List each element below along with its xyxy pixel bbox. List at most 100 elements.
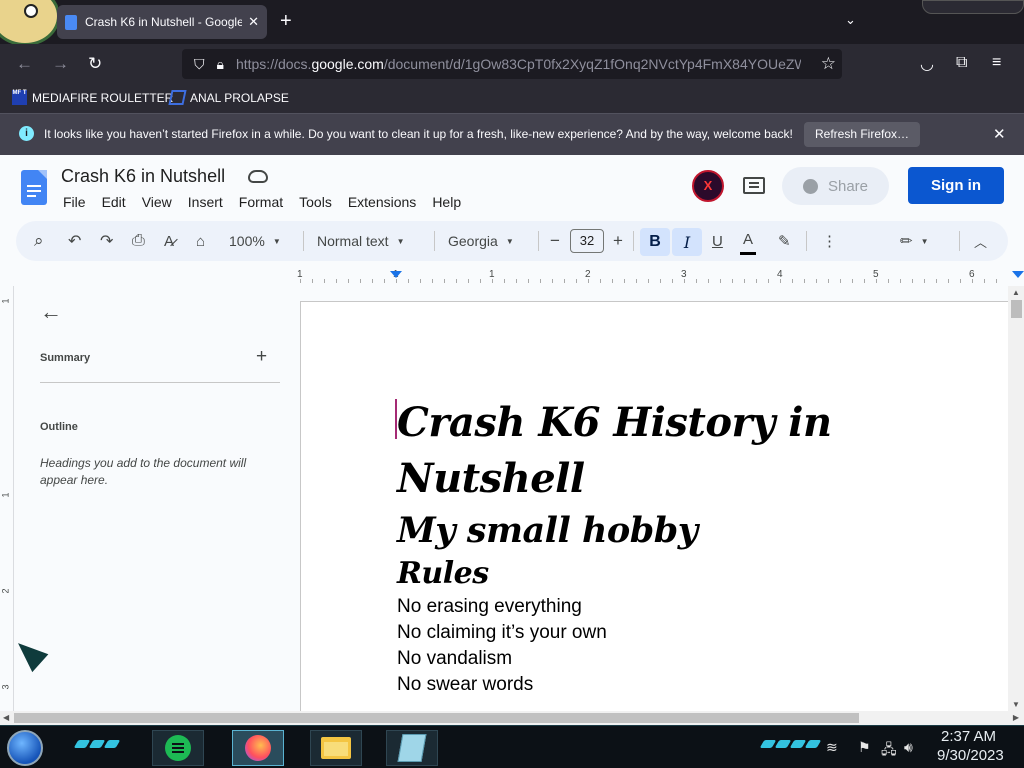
notepad-icon — [397, 734, 427, 762]
window-controls[interactable] — [922, 0, 1024, 14]
menu-format[interactable]: Format — [239, 194, 283, 210]
share-button[interactable]: Share — [782, 167, 889, 205]
document-outline-panel: ← Summary + Outline Headings you add to … — [20, 286, 290, 711]
doc-heading-rules[interactable]: Rules — [397, 554, 917, 594]
network-icon[interactable]: 🖧︎ — [881, 739, 897, 763]
clock-date[interactable]: 9/30/2023 — [937, 747, 1004, 764]
document-body[interactable]: Crash K6 History in Nutshell My small ho… — [395, 395, 917, 698]
left-indent-marker[interactable] — [390, 271, 402, 278]
taskbar-app-notepad[interactable] — [386, 730, 438, 766]
menu-help[interactable]: Help — [432, 194, 461, 210]
more-options-icon[interactable]: ⋮ — [822, 221, 837, 261]
bookmark-mediafire-roulette[interactable]: MF T MEDIAFIRE ROULETTER — [12, 90, 173, 105]
lock-icon[interactable]: 🔒︎ — [217, 56, 224, 73]
comment-history-icon[interactable] — [743, 177, 765, 194]
scroll-down-arrow-icon[interactable]: ▼ — [1012, 700, 1020, 709]
vertical-scrollbar[interactable]: ▲ ▼ — [1008, 286, 1024, 711]
extensions-icon[interactable]: ⧉ — [956, 54, 967, 72]
underline-button[interactable]: U — [712, 221, 723, 261]
reload-icon[interactable]: ↻ — [88, 54, 102, 74]
zoom-select[interactable]: 100% ▼ — [229, 221, 281, 261]
tab-list-chevron-icon[interactable]: ⌄ — [845, 12, 856, 28]
document-title[interactable]: Crash K6 in Nutshell — [61, 166, 225, 187]
menu-view[interactable]: View — [142, 194, 172, 210]
menu-edit[interactable]: Edit — [102, 194, 126, 210]
menu-tools[interactable]: Tools — [299, 194, 332, 210]
hide-menus-chevron-up-icon[interactable]: ︿ — [974, 221, 987, 261]
horizontal-ruler[interactable]: 1 1 1 2 3 4 5 6 — [0, 264, 1024, 286]
decrease-font-size-icon[interactable]: − — [550, 221, 560, 261]
notification-close-icon[interactable]: ✕ — [993, 125, 1006, 143]
scrollbar-thumb[interactable] — [14, 713, 859, 723]
paragraph-style-select[interactable]: Normal text ▼ — [317, 221, 405, 261]
pocket-icon[interactable]: ◡ — [920, 54, 934, 74]
bookmark-sigma[interactable]: ANAL PROLAPSE — [168, 90, 289, 105]
sign-in-button[interactable]: Sign in — [908, 167, 1004, 204]
text-cursor — [395, 399, 397, 439]
menu-extensions[interactable]: Extensions — [348, 194, 416, 210]
ruler-tick — [468, 279, 469, 283]
increase-font-size-icon[interactable]: + — [613, 221, 623, 261]
new-tab-button[interactable]: + — [280, 10, 292, 32]
add-summary-plus-icon[interactable]: + — [256, 346, 267, 368]
tab-close-icon[interactable]: ✕ — [248, 14, 259, 30]
taskbar-app-file-explorer[interactable] — [310, 730, 362, 766]
browser-tab-active[interactable]: Crash K6 in Nutshell - Google Docs ✕ — [57, 5, 267, 39]
undo-icon[interactable]: ↶ — [68, 221, 81, 261]
doc-heading-subtitle[interactable]: My small hobby — [397, 508, 917, 554]
editing-mode-pencil-icon[interactable]: ✏ ▼ — [900, 221, 929, 261]
tray-overflow-icon[interactable]: ≋ — [826, 739, 838, 756]
ruler-tick — [492, 279, 493, 283]
profile-avatar[interactable]: X — [692, 170, 724, 202]
cloud-saved-icon[interactable] — [248, 170, 268, 183]
close-outline-arrow-icon[interactable]: ← — [40, 299, 62, 325]
bookmark-star-icon[interactable]: ☆ — [821, 54, 836, 74]
url-text[interactable]: https://docs.google.com/document/d/1gOw8… — [236, 56, 801, 72]
firefox-icon — [245, 735, 271, 761]
doc-heading-title[interactable]: Crash K6 History in Nutshell — [397, 395, 917, 507]
tracking-shield-icon[interactable]: ⛉ — [194, 56, 205, 73]
menu-file[interactable]: File — [63, 194, 86, 210]
bold-button[interactable]: B — [640, 228, 670, 256]
back-arrow-icon[interactable]: ← — [16, 54, 33, 74]
italic-button[interactable]: I — [672, 228, 702, 256]
highlight-pen-icon[interactable]: ✎ — [778, 221, 791, 261]
volume-icon[interactable]: 🔊︎ — [904, 739, 913, 756]
hamburger-menu-icon[interactable]: ≡ — [992, 54, 1001, 72]
spellcheck-icon[interactable]: A̷ — [164, 221, 174, 261]
rule-line[interactable]: No claiming it’s your own — [397, 620, 917, 646]
ruler-tick — [744, 279, 745, 283]
rule-line[interactable]: No vandalism — [397, 646, 917, 672]
start-orb-icon[interactable] — [7, 730, 43, 766]
clock-time[interactable]: 2:37 AM — [941, 728, 996, 745]
taskbar-app-firefox[interactable] — [232, 730, 284, 766]
url-bar[interactable]: ⛉ 🔒︎ https://docs.google.com/document/d/… — [182, 49, 842, 79]
font-family-select[interactable]: Georgia ▼ — [448, 221, 514, 261]
redo-icon[interactable]: ↷ — [100, 221, 113, 261]
menu-insert[interactable]: Insert — [188, 194, 223, 210]
scroll-right-arrow-icon[interactable]: ▶ — [1013, 713, 1019, 722]
google-docs-logo-icon[interactable] — [21, 170, 47, 205]
search-menus-icon[interactable]: ⌕ — [34, 221, 44, 261]
scroll-up-arrow-icon[interactable]: ▲ — [1012, 288, 1020, 297]
forward-arrow-icon[interactable]: → — [52, 54, 69, 74]
rule-line[interactable]: No erasing everything — [397, 594, 917, 620]
font-size-input[interactable]: 32 — [570, 229, 604, 253]
taskbar-app-sheets[interactable] — [152, 730, 204, 766]
document-page[interactable]: Crash K6 History in Nutshell My small ho… — [300, 301, 1012, 711]
ruler-tick — [840, 279, 841, 283]
refresh-firefox-button[interactable]: Refresh Firefox… — [804, 122, 921, 147]
scrollbar-thumb[interactable] — [1011, 300, 1022, 318]
text-color-button[interactable]: A — [740, 227, 757, 255]
google-docs-favicon — [65, 14, 77, 30]
right-indent-marker[interactable] — [1012, 271, 1024, 278]
divider — [40, 382, 280, 383]
action-center-flag-icon[interactable]: ⚑ — [858, 739, 871, 756]
paint-format-icon[interactable]: ⌂ — [196, 221, 205, 261]
print-icon[interactable]: ⎙ — [132, 221, 145, 261]
ruler-tick — [912, 279, 913, 283]
rule-line[interactable]: No swear words — [397, 672, 917, 698]
ruler-tick — [888, 279, 889, 283]
scroll-left-arrow-icon[interactable]: ◀ — [3, 713, 9, 722]
horizontal-scrollbar[interactable]: ◀ ▶ — [0, 711, 1024, 725]
